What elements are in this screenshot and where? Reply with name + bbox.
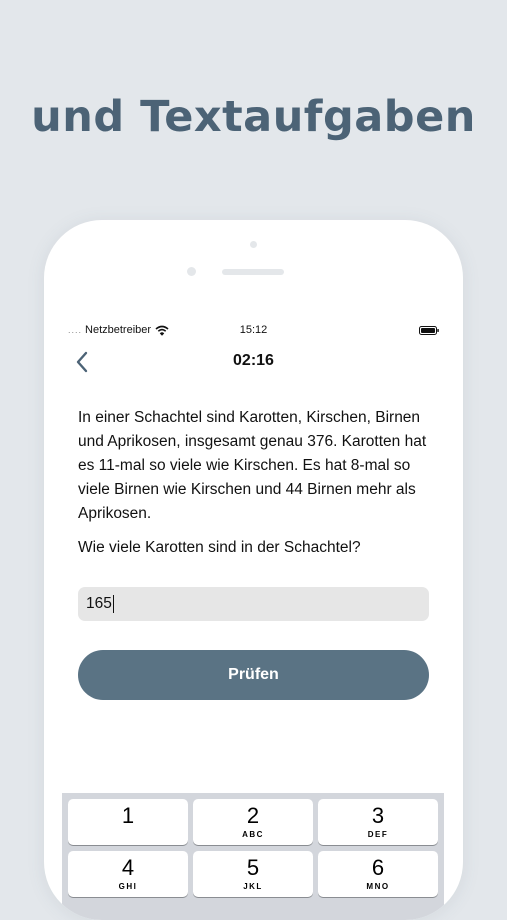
countdown-timer: 02:16 — [233, 352, 274, 369]
key-digit: 6 — [371, 855, 385, 880]
status-time: 15:12 — [239, 324, 268, 336]
key-6[interactable]: 6 MNO — [318, 851, 438, 897]
numeric-keypad: 1 2 ABC 3 DEF 4 GHI 5 JKL 6 MNO — [62, 793, 444, 920]
check-button[interactable]: Prüfen — [78, 650, 429, 700]
key-letters: MNO — [366, 882, 390, 891]
question-text: In einer Schachtel sind Karotten, Kirsch… — [78, 409, 427, 522]
battery-icon — [419, 326, 439, 335]
phone-frame: .... Netzbetreiber 15:12 02:16 In einer … — [44, 220, 463, 920]
sensor-dot — [187, 267, 196, 276]
key-digit: 5 — [246, 855, 260, 880]
key-digit: 3 — [371, 803, 385, 828]
key-2[interactable]: 2 ABC — [193, 799, 313, 845]
nav-bar: 02:16 — [44, 348, 463, 376]
key-3[interactable]: 3 DEF — [318, 799, 438, 845]
question-prompt: Wie viele Karotten sind in der Schachtel… — [78, 539, 361, 556]
key-4[interactable]: 4 GHI — [68, 851, 188, 897]
key-digit: 4 — [121, 855, 135, 880]
text-caret — [112, 595, 115, 613]
key-letters: ABC — [242, 830, 264, 839]
answer-input[interactable]: 165 — [78, 587, 429, 621]
speaker-grille — [222, 269, 284, 275]
key-letters: JKL — [243, 882, 263, 891]
status-bar: .... Netzbetreiber 15:12 — [44, 324, 463, 340]
headline: und Textaufgaben — [31, 92, 476, 142]
camera-dot — [250, 241, 257, 248]
key-digit: 1 — [121, 803, 135, 828]
key-letters: GHI — [118, 882, 138, 891]
key-1[interactable]: 1 — [68, 799, 188, 845]
key-letters: DEF — [367, 830, 389, 839]
key-digit: 2 — [246, 803, 260, 828]
key-5[interactable]: 5 JKL — [193, 851, 313, 897]
answer-value: 165 — [86, 595, 112, 612]
